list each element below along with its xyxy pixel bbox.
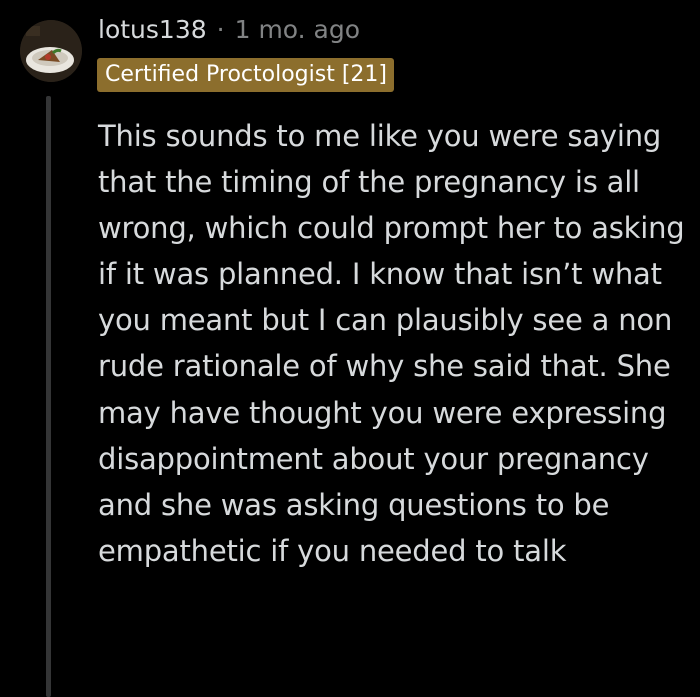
author-username[interactable]: lotus138 (98, 12, 207, 48)
avatar-image (20, 20, 82, 82)
comment-meta: lotus138 · 1 mo. ago (98, 12, 360, 48)
user-avatar[interactable] (20, 20, 82, 82)
comment-body: This sounds to me like you were saying t… (98, 119, 685, 568)
user-flair: Certified Proctologist [21] (97, 58, 395, 92)
comment: lotus138 · 1 mo. ago Certified Proctolog… (0, 0, 700, 697)
thread-collapse-line[interactable] (46, 96, 51, 697)
meta-separator: · (216, 15, 225, 44)
comment-timestamp[interactable]: 1 mo. ago (235, 12, 360, 48)
